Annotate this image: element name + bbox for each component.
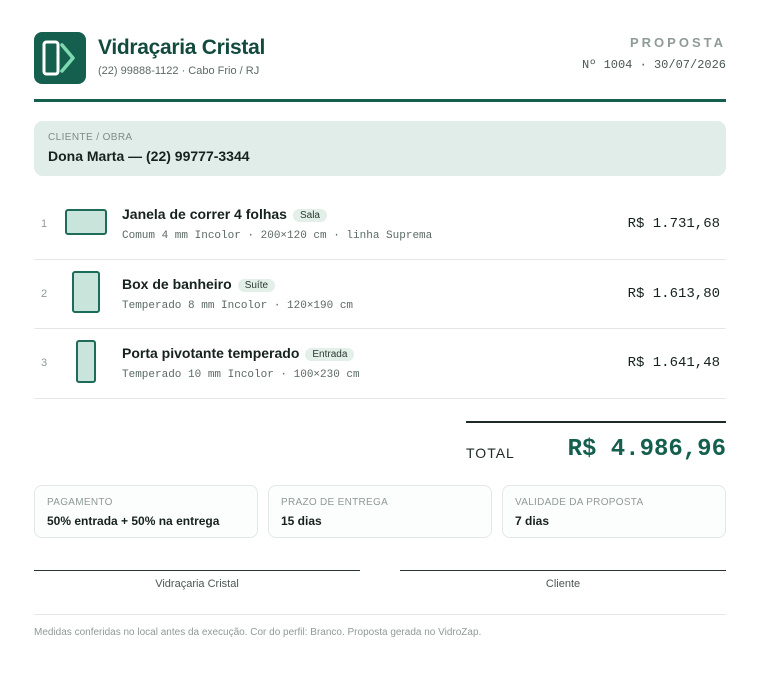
client-box: CLIENTE / OBRA Dona Marta — (22) 99777-3…	[34, 121, 726, 176]
item-title: Porta pivotante temperado	[122, 345, 300, 361]
company-contact: (22) 99888-1122 · Cabo Frio / RJ	[98, 65, 260, 77]
total-label: TOTAL	[466, 445, 515, 461]
validity-value: 7 dias	[515, 514, 550, 528]
list-item: 1 Janela de correr 4 folhas Sala Comum 4 …	[34, 190, 726, 260]
shower-box-icon	[72, 270, 100, 313]
item-price: R$ 1.731,68	[627, 216, 720, 232]
item-price: R$ 1.613,80	[627, 285, 720, 302]
list-item: 3 Porta pivotante temperado Entrada Tempe…	[34, 329, 726, 399]
item-price: R$ 1.641,48	[627, 355, 720, 371]
item-spec: Temperado 8 mm Incolor · 120×190 cm	[122, 299, 354, 312]
payment-value: 50% entrada + 50% na entrega	[47, 514, 220, 528]
item-spec: Comum 4 mm Incolor · 200×120 cm · linha …	[122, 230, 433, 242]
company-name: Vidraçaria Cristal	[98, 36, 265, 59]
delivery-label: PRAZO DE ENTREGA	[281, 497, 389, 508]
client-label: CLIENTE / OBRA	[48, 132, 133, 143]
document-number-date: Nº 1004 · 30/07/2026	[581, 58, 726, 72]
delivery-value: 15 dias	[281, 514, 322, 528]
signature-line-company	[34, 570, 360, 571]
item-room-tag: Entrada	[305, 348, 355, 361]
signature-label-company: Vidraçaria Cristal	[155, 578, 239, 590]
validity-label: VALIDADE DA PROPOSTA	[515, 497, 644, 508]
footer-divider	[34, 614, 726, 615]
window-glass-icon	[65, 209, 107, 235]
item-spec: Temperado 10 mm Incolor · 100×230 cm	[122, 369, 360, 381]
item-number: 3	[41, 357, 48, 369]
payment-label: PAGAMENTO	[47, 497, 113, 508]
logo-icon	[34, 32, 86, 84]
item-number: 1	[41, 218, 48, 230]
item-number: 2	[41, 287, 48, 300]
validity-box: VALIDADE DA PROPOSTA 7 dias	[502, 485, 726, 538]
pivot-door-icon	[76, 340, 96, 383]
client-value: Dona Marta — (22) 99777-3344	[48, 148, 250, 164]
signature-line-client	[400, 570, 726, 571]
item-title: Janela de correr 4 folhas	[122, 206, 287, 222]
item-room-tag: Sala	[292, 209, 327, 222]
signature-label-client: Cliente	[545, 578, 581, 590]
total-value: R$ 4.986,96	[567, 436, 726, 463]
header: Vidraçaria Cristal (22) 99888-1122 · Cab…	[34, 32, 726, 86]
list-item: 2 Box de banheiro Suíte Temperado 8 mm In…	[34, 260, 726, 329]
items-list: 1 Janela de correr 4 folhas Sala Comum 4 …	[34, 190, 726, 399]
document-type: PROPOSTA	[630, 35, 726, 50]
item-title: Box de banheiro	[122, 275, 232, 292]
footnote: Medidas conferidas no local antes da exe…	[34, 627, 482, 638]
header-divider	[34, 99, 726, 102]
payment-box: PAGAMENTO 50% entrada + 50% na entrega	[34, 485, 258, 538]
total-divider	[466, 421, 726, 423]
proposal-page: Vidraçaria Cristal (22) 99888-1122 · Cab…	[34, 0, 726, 673]
item-room-tag: Suíte	[237, 278, 276, 292]
delivery-box: PRAZO DE ENTREGA 15 dias	[268, 485, 492, 538]
